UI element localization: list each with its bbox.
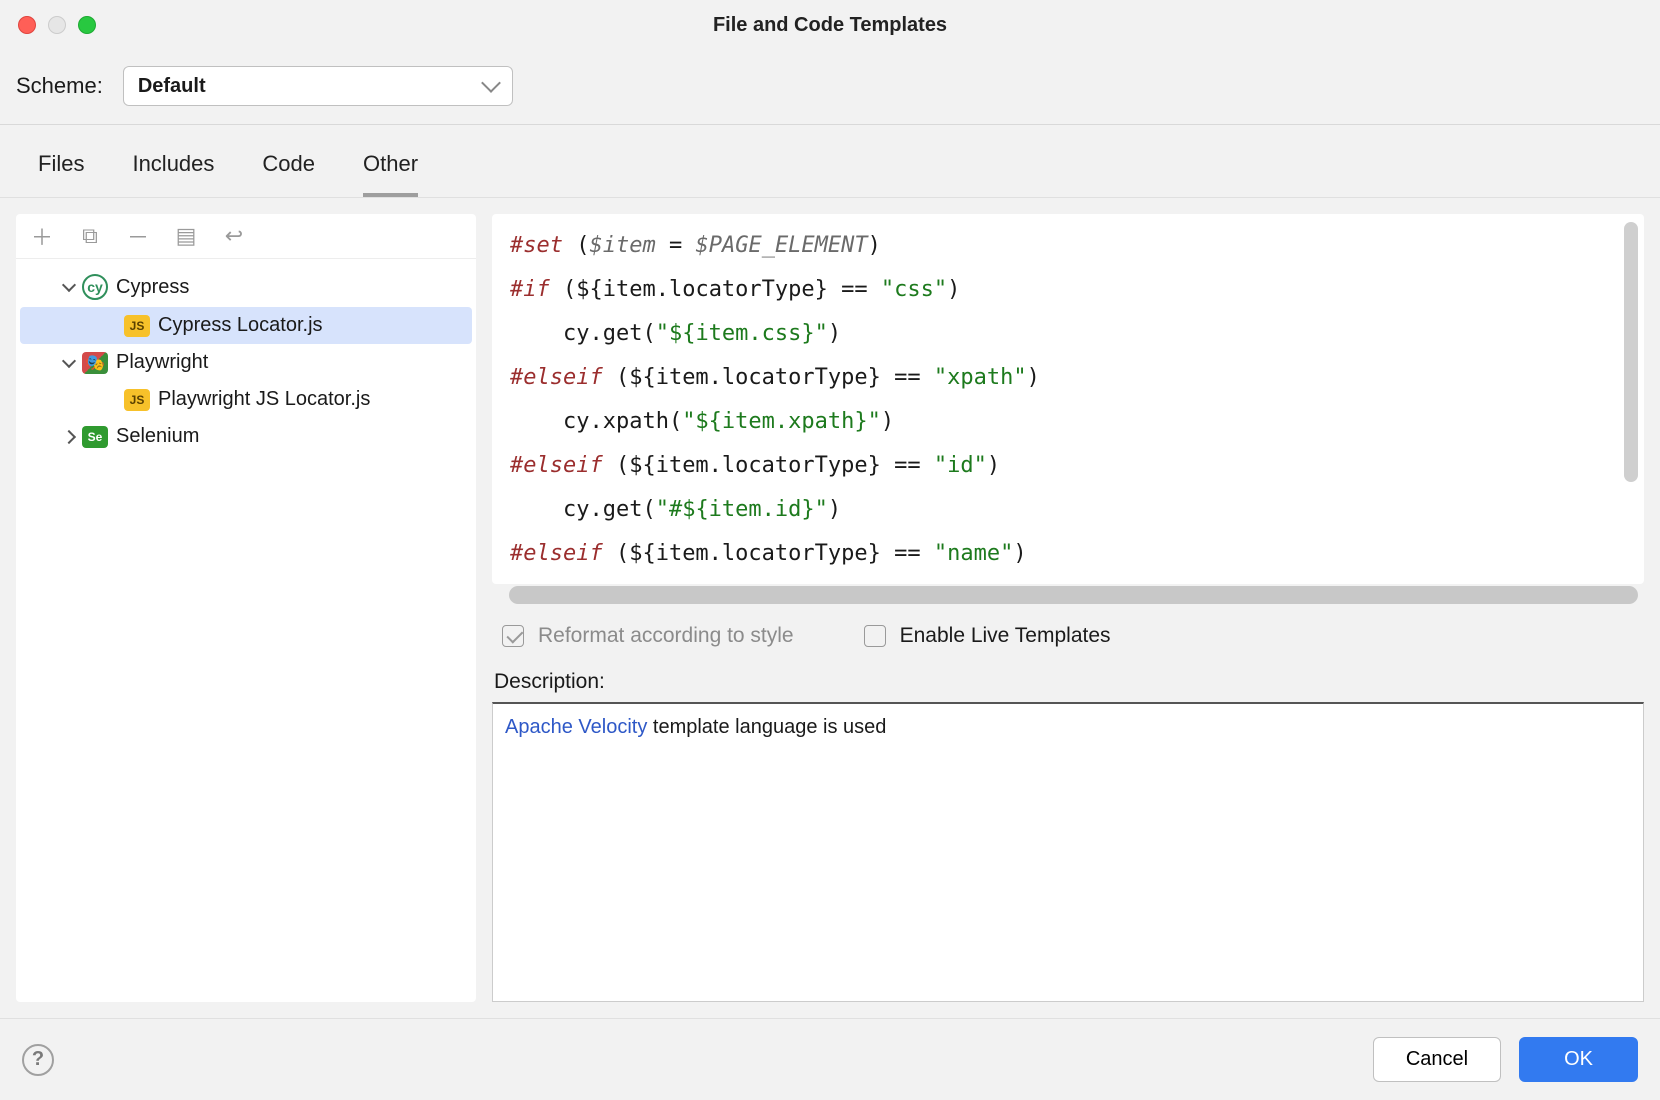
tab-other[interactable]: Other xyxy=(363,139,418,197)
copy-icon[interactable]: ⧉ xyxy=(78,224,102,248)
code-line: #set ($item = $PAGE_ELEMENT) xyxy=(510,224,1626,268)
apache-velocity-link[interactable]: Apache Velocity xyxy=(505,716,647,738)
code-line: #if (${item.locatorType} == "css") xyxy=(510,268,1626,312)
tab-files[interactable]: Files xyxy=(38,139,84,197)
description-label: Description: xyxy=(492,658,1644,702)
scheme-row: Scheme: Default xyxy=(0,50,1660,125)
cypress-icon: cy xyxy=(82,274,108,300)
tree-item[interactable]: JS Cypress Locator.js xyxy=(20,307,472,344)
template-code-editor[interactable]: #set ($item = $PAGE_ELEMENT)#if (${item.… xyxy=(492,214,1644,584)
tab-includes[interactable]: Includes xyxy=(132,139,214,197)
live-templates-checkbox[interactable] xyxy=(864,625,886,647)
dialog-footer: ? Cancel OK xyxy=(0,1018,1660,1100)
footer-buttons: Cancel OK xyxy=(1373,1037,1638,1082)
help-icon[interactable]: ? xyxy=(22,1044,54,1076)
selenium-icon: Se xyxy=(82,426,108,448)
tab-code[interactable]: Code xyxy=(262,139,315,197)
description-text: template language is used xyxy=(647,716,886,738)
tree-item-label: Cypress Locator.js xyxy=(158,314,323,337)
chevron-down-icon[interactable] xyxy=(62,278,76,292)
ok-button[interactable]: OK xyxy=(1519,1037,1638,1082)
js-file-icon: JS xyxy=(124,389,150,411)
tab-bar: Files Includes Code Other xyxy=(0,125,1660,198)
add-icon[interactable]: ＋ xyxy=(30,224,54,248)
reformat-label: Reformat according to style xyxy=(538,624,794,648)
remove-icon[interactable]: － xyxy=(126,224,150,248)
main-content: ＋ ⧉ － ▤ ↩ cy Cypress JS Cypress Locator.js 🎭… xyxy=(0,198,1660,1018)
chevron-down-icon xyxy=(481,73,501,93)
template-editor-panel: #set ($item = $PAGE_ELEMENT)#if (${item.… xyxy=(492,214,1644,1002)
tree-group-selenium[interactable]: Se Selenium xyxy=(20,418,472,455)
code-line: #elseif (${item.locatorType} == "xpath") xyxy=(510,356,1626,400)
tree-group-label: Playwright xyxy=(116,351,208,374)
tree-group-label: Cypress xyxy=(116,276,189,299)
description-box: Apache Velocity template language is use… xyxy=(492,702,1644,1002)
tree-item-label: Playwright JS Locator.js xyxy=(158,388,370,411)
code-line: cy.xpath("${item.xpath}") xyxy=(510,400,1626,444)
vertical-scrollbar[interactable] xyxy=(1624,222,1638,482)
window-title: File and Code Templates xyxy=(16,14,1644,37)
zoom-window-icon[interactable] xyxy=(78,16,96,34)
revert-icon[interactable]: ↩ xyxy=(222,224,246,248)
code-area-wrap: #set ($item = $PAGE_ELEMENT)#if (${item.… xyxy=(492,214,1644,584)
reformat-checkbox xyxy=(502,625,524,647)
scheme-dropdown[interactable]: Default xyxy=(123,66,513,106)
chevron-down-icon[interactable] xyxy=(62,353,76,367)
js-file-icon: JS xyxy=(124,315,150,337)
paste-icon[interactable]: ▤ xyxy=(174,224,198,248)
tree-group-cypress[interactable]: cy Cypress xyxy=(20,267,472,307)
titlebar: File and Code Templates xyxy=(0,0,1660,50)
template-tree[interactable]: cy Cypress JS Cypress Locator.js 🎭 Playwright… xyxy=(16,259,476,1002)
minimize-window-icon xyxy=(48,16,66,34)
playwright-icon: 🎭 xyxy=(82,352,108,374)
tree-group-playwright[interactable]: 🎭 Playwright xyxy=(20,344,472,381)
code-line: #elseif (${item.locatorType} == "name") xyxy=(510,532,1626,576)
chevron-right-icon[interactable] xyxy=(62,429,76,443)
reformat-checkbox-group: Reformat according to style xyxy=(502,624,794,648)
cancel-button[interactable]: Cancel xyxy=(1373,1037,1501,1082)
window-controls xyxy=(18,16,96,34)
live-templates-checkbox-group[interactable]: Enable Live Templates xyxy=(864,624,1111,648)
scheme-label: Scheme: xyxy=(16,73,103,99)
code-line: cy.get("#${item.id}") xyxy=(510,488,1626,532)
scheme-selected-value: Default xyxy=(138,75,206,98)
tree-item[interactable]: JS Playwright JS Locator.js xyxy=(20,381,472,418)
code-line: cy.get("${item.css}") xyxy=(510,312,1626,356)
code-line: #elseif (${item.locatorType} == "id") xyxy=(510,444,1626,488)
template-tree-panel: ＋ ⧉ － ▤ ↩ cy Cypress JS Cypress Locator.js 🎭… xyxy=(16,214,476,1002)
close-window-icon[interactable] xyxy=(18,16,36,34)
tree-toolbar: ＋ ⧉ － ▤ ↩ xyxy=(16,214,476,259)
tree-group-label: Selenium xyxy=(116,425,199,448)
options-row: Reformat according to style Enable Live … xyxy=(492,604,1644,658)
horizontal-scrollbar[interactable] xyxy=(509,586,1638,604)
live-templates-label: Enable Live Templates xyxy=(900,624,1111,648)
